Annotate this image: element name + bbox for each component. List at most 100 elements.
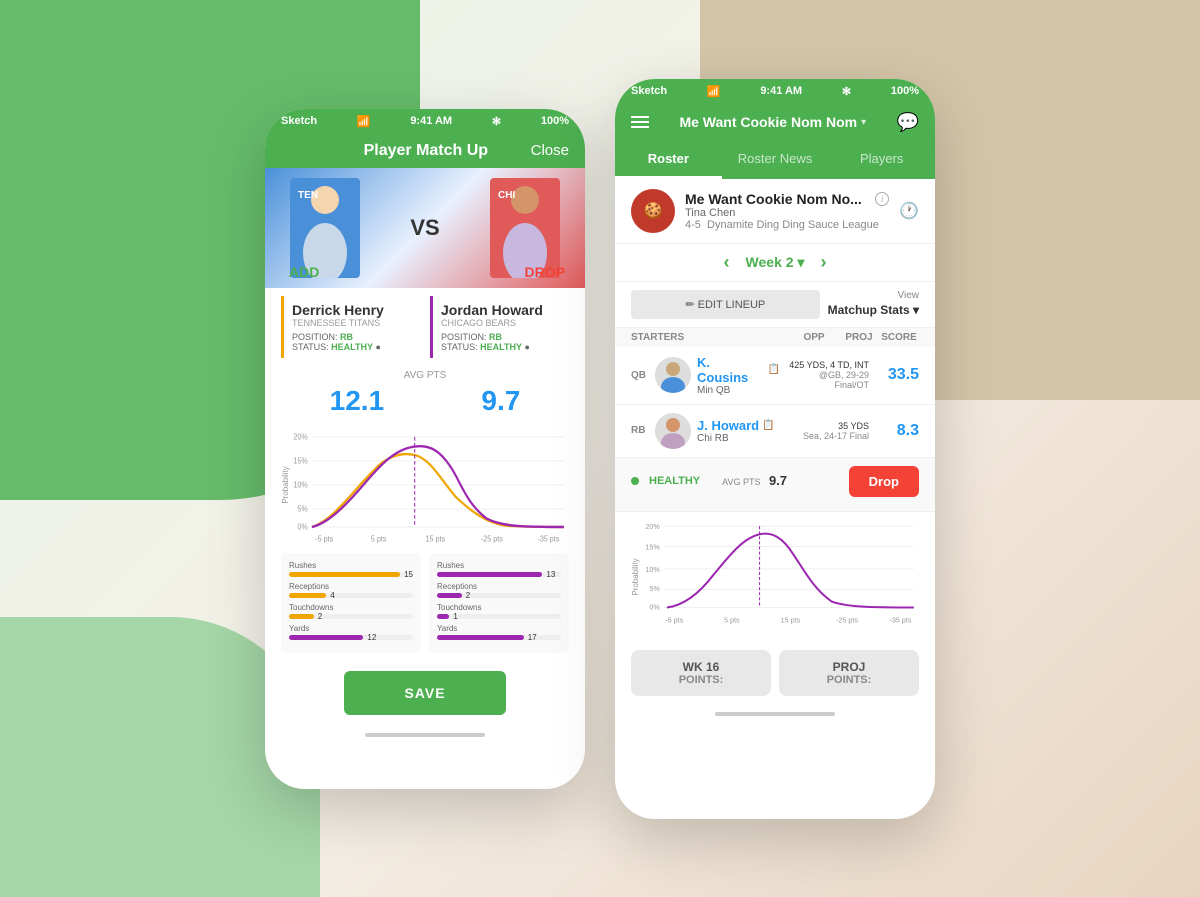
tab-players[interactable]: Players [828, 141, 935, 179]
svg-text:-5 pts: -5 pts [315, 533, 333, 543]
expanded-top: HEALTHY AVG PTS 9.7 Drop [631, 466, 919, 497]
save-button[interactable]: SAVE [344, 671, 505, 715]
next-week-button[interactable]: › [820, 252, 826, 273]
cousins-opp-stats: 425 YDS, 4 TD, INT [786, 360, 869, 370]
opp-col-header: Opp [789, 332, 839, 343]
time-right: 9:41 AM [760, 85, 802, 97]
phones-container: Sketch 📶 9:41 AM ✻ 100% Player Match Up … [265, 79, 935, 819]
home-indicator-right [615, 704, 935, 724]
league-title: Me Want Cookie Nom Nom [679, 114, 857, 130]
phone-left: Sketch 📶 9:41 AM ✻ 100% Player Match Up … [265, 109, 585, 789]
hamburger-icon[interactable] [631, 116, 649, 128]
cousins-name: K. Cousins [697, 355, 765, 385]
svg-text:-5 pts: -5 pts [665, 616, 683, 624]
player-team-howard: Chicago Bears [441, 318, 561, 328]
cousins-silhouette [655, 357, 691, 393]
howard-score-r: 8.3 [879, 422, 919, 440]
clock-icon[interactable]: 🕐 [899, 201, 919, 221]
svg-text:0%: 0% [297, 521, 307, 531]
vs-text: VS [410, 215, 439, 241]
status-bar-right: Sketch 📶 9:41 AM ✻ 100% [615, 79, 935, 104]
svg-text:5%: 5% [649, 585, 660, 593]
tab-roster-news[interactable]: Roster News [722, 141, 829, 179]
howard-silhouette [655, 413, 691, 449]
stat-touchdowns-henry: Touchdowns 2 [289, 603, 413, 619]
drop-button[interactable]: Drop [849, 466, 919, 497]
chat-icon[interactable]: 💬 [897, 112, 919, 133]
info-icon[interactable]: i [875, 192, 889, 206]
player-expanded-panel: HEALTHY AVG PTS 9.7 Drop [615, 458, 935, 512]
status-bar-left: Sketch 📶 9:41 AM ✻ 100% [265, 109, 585, 134]
wk16-label: POINTS: [641, 674, 761, 686]
score-col-header: Score [879, 332, 919, 343]
svg-text:15 pts: 15 pts [781, 616, 801, 624]
drop-label[interactable]: DROP [525, 264, 565, 280]
signal-right: Sketch [631, 85, 667, 97]
avg-pts-howard: 9.7 [481, 385, 520, 417]
avg-pts-label-r: AVG PTS [722, 477, 760, 487]
matchup-stats-button[interactable]: View Matchup Stats ▾ [828, 290, 919, 317]
prob-label-right: Probability [631, 558, 640, 595]
svg-text:5 pts: 5 pts [724, 616, 740, 624]
svg-text:-25 pts: -25 pts [481, 533, 503, 543]
probability-chart-right: Probability 20% 15% 10% 5% 0% -5 pts [615, 512, 935, 642]
cousins-opp-sub: @GB, 29-29 Final/OT [786, 370, 869, 390]
howard-opp-stats: 35 YDS [786, 421, 869, 431]
matchup-stats-arrow: ▾ [913, 303, 919, 317]
close-button-left[interactable]: Close [531, 142, 569, 159]
edit-lineup-button[interactable]: ✏ EDIT LINEUP [631, 290, 820, 319]
status-text: HEALTHY [649, 475, 700, 487]
avg-pts-section: AVG PTS 9.7 [722, 472, 787, 490]
stat-receptions-henry: Receptions 4 [289, 582, 413, 598]
howard-name-r: J. Howard [697, 418, 759, 433]
players-section: Derrick Henry Tennessee Titans POSITION:… [265, 288, 585, 366]
stat-rushes-henry: Rushes 15 [289, 561, 413, 577]
battery-right: 100% [891, 85, 919, 97]
matchup-header: TEN VS CHI ADD DROP [265, 168, 585, 288]
stat-yards-henry: Yards 12 [289, 624, 413, 640]
home-bar-right [715, 712, 835, 716]
stats-box-henry: Rushes 15 Receptions 4 Touchdowns [281, 553, 421, 653]
stat-rushes-howard: Rushes 13 [437, 561, 561, 577]
svg-text:5 pts: 5 pts [371, 533, 387, 543]
add-label[interactable]: ADD [289, 264, 319, 280]
stat-yards-howard: Yards 17 [437, 624, 561, 640]
cousins-score: 33.5 [879, 366, 919, 384]
prob-label-left: Probability [281, 466, 290, 503]
avg-pts-henry: 12.1 [330, 385, 385, 417]
prev-week-button[interactable]: ‹ [724, 252, 730, 273]
status-dot [631, 477, 639, 485]
svg-text:15%: 15% [293, 455, 307, 465]
howard-team-r: Chi RB [697, 433, 780, 444]
howard-opp-sub: Sea, 24-17 Final [786, 431, 869, 441]
week-label: Week 2 ▾ [746, 254, 805, 271]
svg-text:10%: 10% [293, 479, 307, 489]
tab-roster[interactable]: Roster [615, 141, 722, 179]
player-thumb-howard [655, 413, 691, 449]
cousins-team: Min QB [697, 385, 780, 396]
cousins-icon: 📋 [768, 364, 780, 375]
team-owner: Tina Chen [685, 207, 889, 219]
cousins-opp: 425 YDS, 4 TD, INT @GB, 29-29 Final/OT [786, 360, 873, 390]
stats-section: Rushes 15 Receptions 4 Touchdowns [265, 545, 585, 661]
position-howard-r: RB [631, 425, 649, 436]
matchup-stats-label: Matchup Stats [828, 303, 910, 317]
svg-text:TEN: TEN [298, 190, 318, 201]
player-row-cousins: QB K. Cousins 📋 Min QB 425 YDS, 4 TD, IN… [615, 347, 935, 405]
svg-text:10%: 10% [645, 565, 660, 573]
starters-header: STARTERS Opp Proj Score [615, 328, 935, 347]
player-position-henry: POSITION: RB [292, 332, 412, 342]
team-avatar: 🍪 [631, 189, 675, 233]
team-record: 4-5 Dynamite Ding Ding Sauce League [685, 219, 889, 231]
starters-col-header: STARTERS [631, 332, 789, 343]
nav-bar-right: Me Want Cookie Nom Nom ▾ 💬 [615, 104, 935, 141]
svg-text:15 pts: 15 pts [425, 533, 445, 543]
league-dropdown-arrow[interactable]: ▾ [861, 117, 866, 128]
howard-icon: 📋 [762, 420, 774, 431]
player-status-howard: STATUS: HEALTHY ● [441, 342, 561, 352]
avg-pts-row: 12.1 9.7 [265, 381, 585, 425]
svg-text:CHI: CHI [498, 190, 515, 201]
wk16-card: WK 16 POINTS: [631, 650, 771, 696]
svg-text:15%: 15% [645, 543, 660, 551]
nav-title-left: Player Match Up [321, 142, 531, 160]
